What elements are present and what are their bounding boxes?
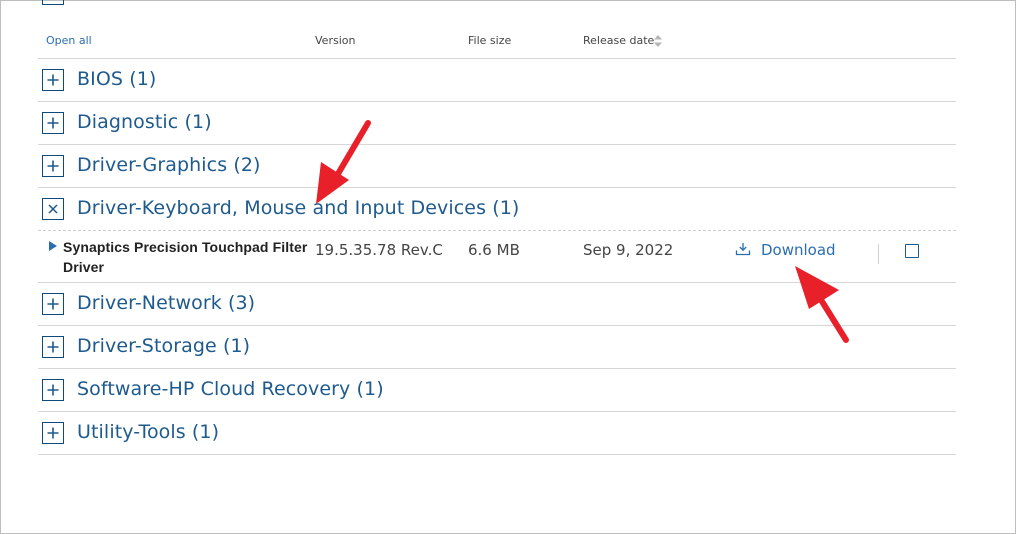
expand-button[interactable] xyxy=(42,379,64,401)
plus-icon xyxy=(47,160,59,172)
category-driver-graphics[interactable]: Driver-Graphics (2) xyxy=(38,145,956,188)
expand-button[interactable] xyxy=(42,69,64,91)
category-label: Driver-Network (3) xyxy=(77,292,256,314)
app-frame: Open all Version File size Release date … xyxy=(0,0,1016,534)
select-checkbox[interactable] xyxy=(905,244,919,258)
plus-icon xyxy=(47,117,59,129)
collapse-button[interactable] xyxy=(42,198,64,220)
category-bios[interactable]: BIOS (1) xyxy=(38,59,956,102)
plus-icon xyxy=(47,384,59,396)
close-icon xyxy=(48,204,58,214)
category-software-hp-cloud-recovery[interactable]: Software-HP Cloud Recovery (1) xyxy=(38,369,956,412)
plus-icon xyxy=(47,298,59,310)
partial-checkbox[interactable] xyxy=(42,0,64,5)
expand-button[interactable] xyxy=(42,112,64,134)
expand-button[interactable] xyxy=(42,336,64,358)
download-icon xyxy=(735,243,751,256)
annotation-arrow-download-icon xyxy=(795,266,849,343)
plus-icon xyxy=(47,74,59,86)
divider xyxy=(878,244,879,264)
expand-button[interactable] xyxy=(42,422,64,444)
category-label: Driver-Graphics (2) xyxy=(77,154,261,176)
category-utility-tools[interactable]: Utility-Tools (1) xyxy=(38,412,956,455)
category-label: Utility-Tools (1) xyxy=(77,421,220,443)
driver-release-date: Sep 9, 2022 xyxy=(583,241,674,259)
category-driver-keyboard-mouse[interactable]: Driver-Keyboard, Mouse and Input Devices… xyxy=(38,188,956,231)
triangle-right-icon[interactable] xyxy=(49,241,57,251)
driver-version: 19.5.35.78 Rev.C xyxy=(315,241,443,259)
open-all-link[interactable]: Open all xyxy=(46,34,92,47)
column-version: Version xyxy=(315,34,356,47)
plus-icon xyxy=(47,427,59,439)
table-header: Open all Version File size Release date xyxy=(38,29,956,59)
plus-icon xyxy=(47,341,59,353)
driver-name[interactable]: Synaptics Precision Touchpad Filter Driv… xyxy=(63,237,308,277)
category-diagnostic[interactable]: Diagnostic (1) xyxy=(38,102,956,145)
category-label: Driver-Storage (1) xyxy=(77,335,251,357)
column-file-size: File size xyxy=(468,34,512,47)
category-label: Software-HP Cloud Recovery (1) xyxy=(77,378,384,400)
category-label: Driver-Keyboard, Mouse and Input Devices… xyxy=(77,197,520,219)
column-release-date[interactable]: Release date xyxy=(583,34,654,47)
driver-file-size: 6.6 MB xyxy=(468,241,520,259)
annotation-arrow-category-icon xyxy=(316,120,371,204)
sort-icon[interactable] xyxy=(653,33,663,49)
category-label: Diagnostic (1) xyxy=(77,111,212,133)
category-label: BIOS (1) xyxy=(77,68,157,90)
expand-button[interactable] xyxy=(42,155,64,177)
expand-button[interactable] xyxy=(42,293,64,315)
